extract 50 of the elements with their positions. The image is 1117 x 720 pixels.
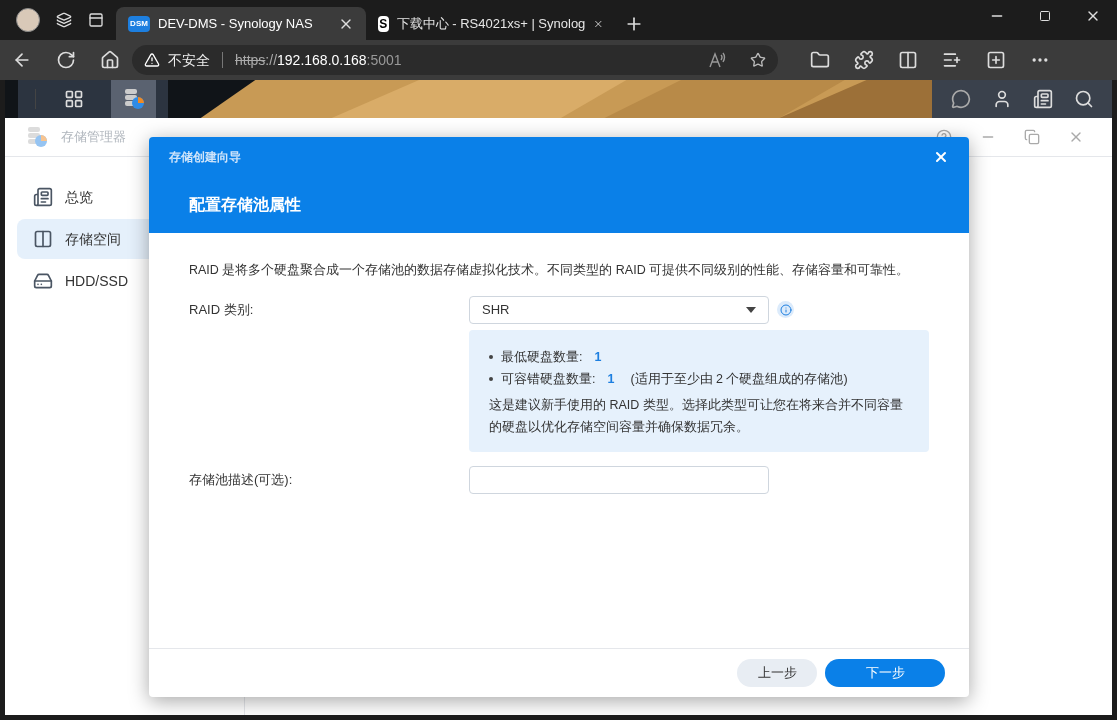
- widgets-icon[interactable]: [1032, 89, 1053, 109]
- storage-manager-icon: [122, 87, 145, 111]
- browser-tab[interactable]: S 下载中心 - RS4021xs+ | Synolog: [366, 7, 616, 40]
- url-text: https://192.168.0.168:5001: [235, 50, 402, 70]
- warning-icon: [144, 52, 160, 68]
- favorites-icon[interactable]: [942, 50, 962, 70]
- info-value: 1: [607, 370, 615, 388]
- home-icon[interactable]: [100, 50, 120, 70]
- workspaces-icon[interactable]: [56, 12, 72, 28]
- tab-title: 下载中心 - RS4021xs+ | Synolog: [396, 14, 586, 33]
- downloads-icon[interactable]: [810, 50, 830, 70]
- info-label: 可容错硬盘数量:: [501, 370, 596, 388]
- tab-actions-icon[interactable]: [88, 12, 104, 28]
- collections-icon[interactable]: [986, 50, 1006, 70]
- profile-avatar[interactable]: [16, 8, 40, 32]
- favorite-icon[interactable]: [750, 52, 766, 68]
- maximize-icon[interactable]: [1039, 10, 1051, 22]
- search-icon[interactable]: [1073, 89, 1094, 109]
- tab-title: DEV-DMS - Synology NAS: [158, 14, 314, 33]
- extensions-icon[interactable]: [854, 50, 874, 70]
- split-screen-icon[interactable]: [898, 50, 918, 70]
- info-icon[interactable]: [777, 301, 794, 319]
- reload-icon[interactable]: [56, 50, 76, 70]
- dialog-heading: 配置存储池属性: [189, 195, 302, 215]
- info-value: 1: [594, 348, 602, 366]
- caret-icon: [746, 306, 756, 313]
- browser-tab[interactable]: DSM DEV-DMS - Synology NAS: [116, 7, 366, 40]
- info-note: (适用于至少由 2 个硬盘组成的存储池): [630, 370, 848, 388]
- chat-icon[interactable]: [950, 89, 971, 109]
- info-label: 最低硬盘数量:: [501, 348, 583, 366]
- field-label: RAID 类别:: [189, 301, 255, 319]
- next-button[interactable]: 下一步: [825, 659, 945, 687]
- address-bar[interactable]: 不安全 https://192.168.0.168:5001: [132, 45, 778, 75]
- intro-text: RAID 是将多个硬盘聚合成一个存储池的数据存储虚拟化技术。不同类型的 RAID 可提供不同级别的性能、存储容量和可靠性。: [189, 262, 911, 279]
- taskbar-app-button[interactable]: [111, 80, 156, 118]
- description-field[interactable]: [469, 465, 769, 494]
- storage-manager-icon: [25, 125, 49, 149]
- raid-type-select[interactable]: SHR: [469, 295, 769, 324]
- tab-favicon: S: [378, 15, 389, 32]
- overview-icon: [33, 187, 53, 207]
- window-title: 存储管理器: [61, 128, 126, 147]
- back-button[interactable]: 上一步: [737, 659, 817, 687]
- read-aloud-icon[interactable]: [708, 52, 726, 68]
- info-text: 这是建议新手使用的 RAID 类型。选择此类型可让您在将来合并不同容量的硬盘以优化存储空间容量并确保数据冗余。: [489, 396, 904, 436]
- dialog-title: 存储创建向导: [169, 149, 241, 166]
- security-label: 不安全: [168, 50, 210, 70]
- storage-icon: [33, 229, 53, 249]
- main-menu-icon[interactable]: [63, 89, 84, 109]
- tab-favicon: DSM: [128, 15, 150, 32]
- field-label: 存储池描述(可选):: [189, 471, 294, 489]
